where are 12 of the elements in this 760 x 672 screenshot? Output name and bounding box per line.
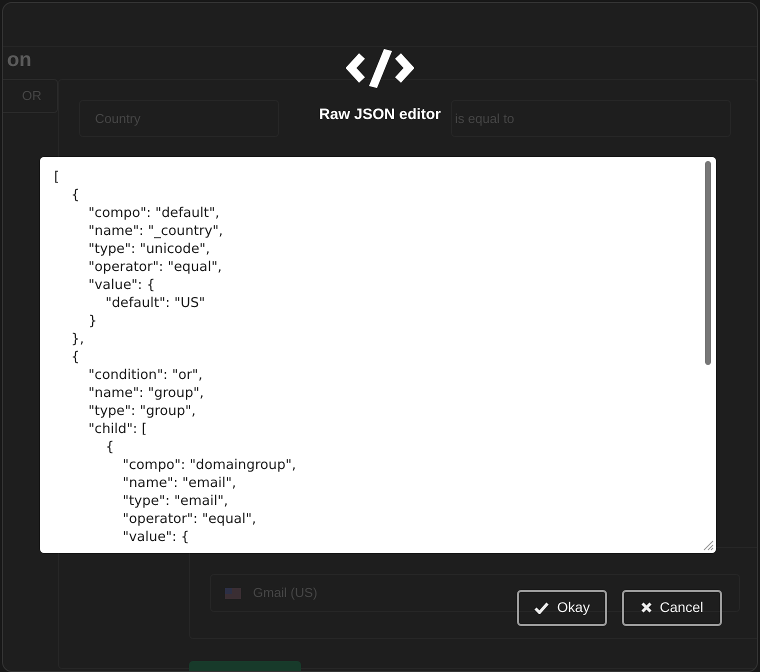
code-icon (346, 46, 414, 90)
close-icon (640, 602, 652, 613)
resize-grip-icon[interactable] (703, 540, 714, 550)
modal-title: Raw JSON editor (319, 105, 441, 125)
okay-button[interactable]: Okay (517, 590, 607, 626)
section-heading: on (7, 48, 32, 73)
cancel-button[interactable]: Cancel (622, 590, 722, 626)
json-editor[interactable] (40, 156, 716, 552)
check-icon (534, 602, 550, 614)
json-text: [ { "compo": "default", "name": "_country", "type": "unicode", "operator": "equal", "value": { "default": "US" } }, { "condition": "or", "name": "group", "type": "group", "child": [ { "compo": "domaingroup", "name": "email", "type": "email", "operator": "equal", "value": { (53, 168, 298, 546)
scrollbar-thumb[interactable] (705, 160, 711, 364)
flag-icon (225, 588, 241, 598)
